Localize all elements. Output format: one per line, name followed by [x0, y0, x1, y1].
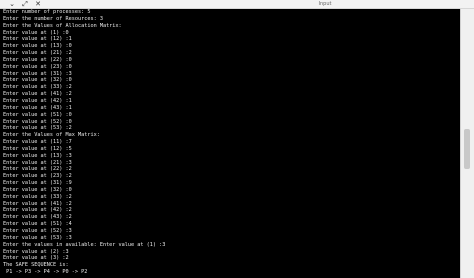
terminal-line: Enter the values in available: Enter val… — [3, 241, 166, 248]
terminal-line: Enter value at (13) :3 — [3, 152, 72, 159]
terminal-line: Enter value at (43) :2 — [3, 214, 72, 221]
expand-icon[interactable]: ⤢ — [19, 0, 31, 8]
scrollbar-thumb[interactable] — [464, 129, 470, 169]
terminal-line: Enter value at (32) :0 — [3, 186, 72, 193]
terminal-output[interactable]: Enter number of processes: 5 Enter the nu… — [0, 9, 461, 278]
terminal-line: Enter value at (42) :2 — [3, 207, 72, 214]
terminal-line: Enter value at (43) :1 — [3, 104, 72, 111]
terminal-line: Enter value at (23) :0 — [3, 63, 72, 70]
terminal-line: Enter the number of Resources: 3 — [3, 15, 103, 22]
terminal-line: Enter the Values of Allocation Matrix: — [3, 22, 122, 29]
console-window: ⌄ ⤢ ✕ Input Enter number of processes: 5… — [0, 0, 474, 278]
terminal-line: Enter value at (1) :0 — [3, 29, 69, 36]
terminal-line: Enter number of processes: 5 — [3, 9, 91, 15]
terminal-line: Enter value at (33) :2 — [3, 193, 72, 200]
terminal-line: Enter value at (51) :0 — [3, 111, 72, 118]
terminal-line: P1 -> P3 -> P4 -> P0 -> P2 — [3, 269, 88, 276]
terminal-line: Enter value at (31) :3 — [3, 70, 72, 77]
terminal-line: Enter value at (52) :3 — [3, 228, 72, 234]
terminal-line: Enter value at (21) :2 — [3, 50, 72, 57]
title-bar: ⌄ ⤢ ✕ Input — [0, 0, 474, 9]
chevron-down-icon[interactable]: ⌄ — [6, 0, 18, 8]
terminal-line: Enter value at (41) :2 — [3, 200, 72, 207]
terminal-line: Enter value at (33) :2 — [3, 84, 72, 91]
close-icon[interactable]: ✕ — [32, 0, 44, 8]
window-title: Input — [318, 1, 332, 7]
terminal-line: Enter value at (11) :7 — [3, 139, 72, 146]
terminal-line: Enter value at (21) :3 — [3, 159, 72, 166]
terminal-line: Enter value at (3) :2 — [3, 255, 69, 262]
terminal-line: Enter value at (42) :1 — [3, 97, 72, 104]
terminal-line: Enter value at (32) :0 — [3, 77, 72, 84]
terminal-line: Enter value at (31) :9 — [3, 180, 72, 187]
output-lines: Enter number of processes: 5 Enter the nu… — [0, 9, 461, 276]
terminal-line: Enter value at (22) :0 — [3, 56, 72, 63]
terminal-line: The SAFE SEQUENCE is: — [3, 262, 69, 269]
terminal-line: Enter value at (23) :2 — [3, 173, 72, 180]
terminal-line: Enter value at (2) :3 — [3, 248, 69, 255]
terminal-line: Enter value at (12) :5 — [3, 145, 72, 152]
terminal-line: Enter value at (12) :1 — [3, 36, 72, 43]
terminal-line: Enter the Values of Max Matrix: — [3, 132, 100, 139]
terminal-line: Enter value at (53) :2 — [3, 125, 72, 132]
vertical-scrollbar[interactable] — [460, 9, 474, 278]
terminal-line: Enter value at (22) :2 — [3, 166, 72, 173]
terminal-line: Enter value at (41) :2 — [3, 91, 72, 98]
terminal-line: Enter value at (51) :4 — [3, 221, 72, 228]
terminal-line: Enter value at (13) :0 — [3, 43, 72, 50]
terminal-line: Enter value at (53) :3 — [3, 234, 72, 241]
terminal-line: Enter value at (52) :0 — [3, 118, 72, 125]
